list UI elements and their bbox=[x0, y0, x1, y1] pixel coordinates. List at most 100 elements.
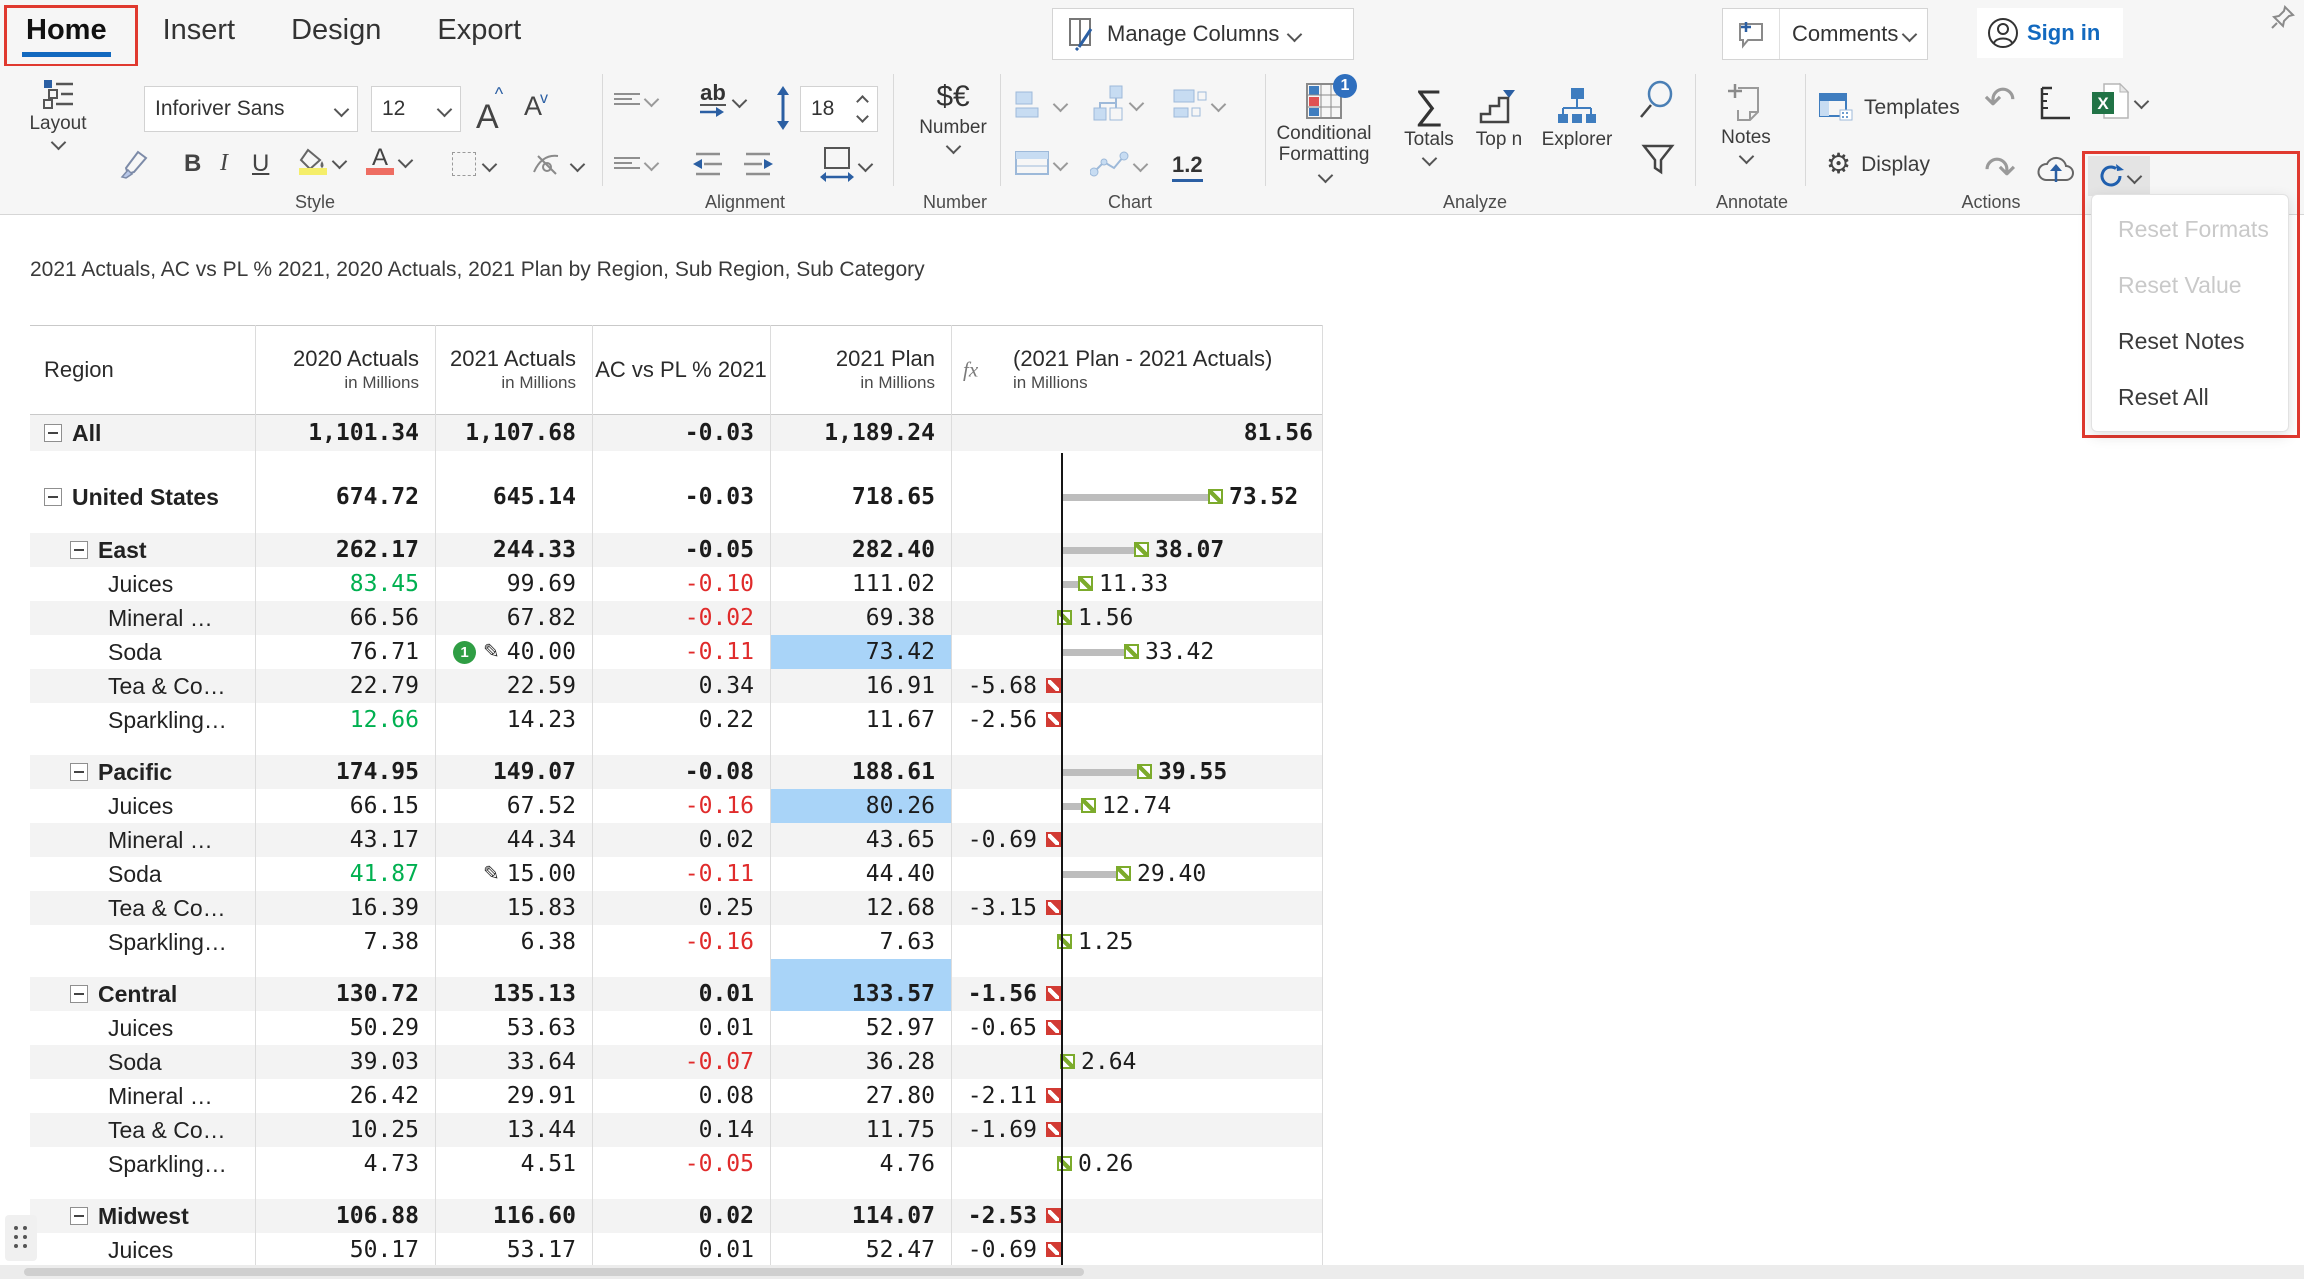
cell-ac-vs-pl[interactable]: 0.02 bbox=[592, 823, 770, 857]
cell-region[interactable]: Juices bbox=[30, 1233, 255, 1267]
cell-region[interactable]: Mineral … bbox=[30, 823, 255, 857]
cell-variance-bar[interactable]: 12.74 bbox=[951, 789, 1323, 823]
cell-ac-vs-pl[interactable]: -0.03 bbox=[592, 415, 770, 451]
cell-2021-actuals[interactable]: 33.64 bbox=[435, 1045, 592, 1079]
add-comment-icon[interactable] bbox=[1723, 9, 1780, 59]
export-excel-button[interactable]: X bbox=[2090, 82, 2147, 120]
notes-button[interactable]: Notes bbox=[1706, 82, 1786, 162]
cell-2021-plan[interactable]: 4.76 bbox=[770, 1147, 951, 1181]
cell-variance-bar[interactable]: -5.68 bbox=[951, 669, 1323, 703]
collapse-icon[interactable] bbox=[70, 541, 88, 559]
cell-region[interactable]: Tea & Co… bbox=[30, 1113, 255, 1147]
font-color-button[interactable]: A bbox=[366, 146, 411, 175]
underline-button[interactable]: U bbox=[252, 150, 269, 178]
cell-2021-actuals[interactable]: 244.33 bbox=[435, 533, 592, 567]
cell-ac-vs-pl[interactable]: 0.01 bbox=[592, 1011, 770, 1045]
edited-cell-pencil-icon[interactable]: ✎ bbox=[483, 642, 500, 662]
cell-2020-actuals[interactable]: 39.03 bbox=[255, 1045, 435, 1079]
cell-variance-bar[interactable]: 73.52 bbox=[951, 479, 1323, 515]
cell-variance-bar[interactable]: -1.69 bbox=[951, 1113, 1323, 1147]
cell-variance-bar[interactable]: -1.56 bbox=[951, 977, 1323, 1011]
cell-2020-actuals[interactable]: 7.38 bbox=[255, 925, 435, 959]
chart-type-1-button[interactable] bbox=[1014, 88, 1066, 120]
edited-cell-pencil-icon[interactable]: ✎ bbox=[483, 864, 500, 884]
templates-button[interactable]: Templates bbox=[1818, 92, 1960, 122]
cell-variance-bar[interactable]: 2.64 bbox=[951, 1045, 1323, 1079]
cell-ac-vs-pl[interactable]: -0.11 bbox=[592, 857, 770, 891]
cell-2020-actuals[interactable]: 1,101.34 bbox=[255, 415, 435, 451]
cell-2021-actuals[interactable]: 4.51 bbox=[435, 1147, 592, 1181]
cell-2020-actuals[interactable]: 16.39 bbox=[255, 891, 435, 925]
cell-2021-actuals[interactable]: 645.14 bbox=[435, 479, 592, 515]
cell-2021-plan[interactable]: 12.68 bbox=[770, 891, 951, 925]
cell-variance-bar[interactable]: 1.25 bbox=[951, 925, 1323, 959]
menu-item-reset-all[interactable]: Reset All bbox=[2092, 369, 2288, 425]
column-header-ac-vs-pl[interactable]: AC vs PL % 2021 bbox=[595, 357, 767, 383]
cell-2021-actuals[interactable]: 29.91 bbox=[435, 1079, 592, 1113]
cell-2021-actuals[interactable]: 1,107.68 bbox=[435, 415, 592, 451]
column-header-formula[interactable]: (2021 Plan - 2021 Actuals) bbox=[1013, 346, 1323, 372]
cell-2021-plan[interactable]: 7.63 bbox=[770, 925, 951, 959]
cell-2020-actuals[interactable]: 10.25 bbox=[255, 1113, 435, 1147]
cell-region[interactable]: All bbox=[30, 415, 255, 451]
table-view-button[interactable] bbox=[1014, 150, 1066, 176]
cell-variance-bar[interactable]: 33.42 bbox=[951, 635, 1323, 669]
cell-variance-bar[interactable]: 81.56 bbox=[951, 415, 1323, 451]
column-width-button[interactable] bbox=[820, 146, 871, 182]
cell-region[interactable]: Soda bbox=[30, 1045, 255, 1079]
grow-font-button[interactable]: A^ bbox=[476, 84, 503, 137]
cell-2021-plan[interactable]: 114.07 bbox=[770, 1199, 951, 1233]
tab-design[interactable]: Design bbox=[285, 10, 387, 57]
cell-region[interactable]: Sparkling… bbox=[30, 703, 255, 737]
cell-variance-bar[interactable]: -2.53 bbox=[951, 1199, 1323, 1233]
cell-2020-actuals[interactable]: 66.15 bbox=[255, 789, 435, 823]
cell-2021-actuals[interactable]: 149.07 bbox=[435, 755, 592, 789]
cell-variance-bar[interactable]: -2.11 bbox=[951, 1079, 1323, 1113]
sparkline-button[interactable] bbox=[1090, 150, 1146, 178]
stepper-up-icon[interactable] bbox=[856, 95, 869, 108]
cell-2021-actuals[interactable]: 99.69 bbox=[435, 567, 592, 601]
decimal-places-button[interactable]: 1.2 bbox=[1172, 152, 1203, 182]
ruler-button[interactable] bbox=[2038, 86, 2072, 120]
cell-ac-vs-pl[interactable]: -0.03 bbox=[592, 479, 770, 515]
cell-region[interactable]: Soda bbox=[30, 857, 255, 891]
cell-variance-bar[interactable]: -3.15 bbox=[951, 891, 1323, 925]
note-badge[interactable]: 1 bbox=[453, 641, 476, 664]
cell-2020-actuals[interactable]: 50.29 bbox=[255, 1011, 435, 1045]
tab-home[interactable]: Home bbox=[20, 10, 113, 57]
cell-ac-vs-pl[interactable]: 0.02 bbox=[592, 1199, 770, 1233]
font-size-select[interactable]: 12 bbox=[371, 86, 461, 132]
shrink-font-button[interactable]: Av bbox=[524, 90, 548, 122]
publish-button[interactable] bbox=[2036, 154, 2076, 186]
cell-2021-plan[interactable]: 11.67 bbox=[770, 703, 951, 737]
cell-variance-bar[interactable]: 39.55 bbox=[951, 755, 1323, 789]
cell-region[interactable]: Juices bbox=[30, 789, 255, 823]
cell-2020-actuals[interactable]: 41.87 bbox=[255, 857, 435, 891]
cell-region[interactable]: Soda bbox=[30, 635, 255, 669]
cell-region[interactable]: United States bbox=[30, 479, 255, 515]
cell-2021-actuals[interactable]: 15.83 bbox=[435, 891, 592, 925]
visual-drag-handle[interactable] bbox=[5, 1215, 37, 1261]
cell-region[interactable]: Mineral … bbox=[30, 601, 255, 635]
column-header-region[interactable]: Region bbox=[44, 357, 255, 383]
column-header-2021-plan[interactable]: 2021 Plan bbox=[836, 346, 935, 372]
cell-2021-plan[interactable]: 718.65 bbox=[770, 479, 951, 515]
vertical-align-button[interactable] bbox=[614, 90, 657, 108]
search-button[interactable] bbox=[1638, 80, 1676, 120]
cell-2021-actuals[interactable]: 22.59 bbox=[435, 669, 592, 703]
cell-2020-actuals[interactable]: 66.56 bbox=[255, 601, 435, 635]
cell-2020-actuals[interactable]: 43.17 bbox=[255, 823, 435, 857]
cell-ac-vs-pl[interactable]: 0.01 bbox=[592, 1233, 770, 1267]
cell-region[interactable]: Tea & Co… bbox=[30, 891, 255, 925]
undo-button[interactable]: ↶ bbox=[1984, 84, 2016, 118]
pin-icon[interactable] bbox=[2270, 4, 2296, 30]
collapse-icon[interactable] bbox=[44, 488, 62, 506]
cell-2021-plan[interactable]: 111.02 bbox=[770, 567, 951, 601]
cell-2021-actuals[interactable]: 44.34 bbox=[435, 823, 592, 857]
menu-item-reset-notes[interactable]: Reset Notes bbox=[2092, 313, 2288, 369]
row-height-stepper[interactable]: 18 bbox=[800, 86, 878, 132]
cell-variance-bar[interactable]: 38.07 bbox=[951, 533, 1323, 567]
menu-item-reset-value[interactable]: Reset Value bbox=[2092, 257, 2288, 313]
cell-ac-vs-pl[interactable]: 0.08 bbox=[592, 1079, 770, 1113]
tab-export[interactable]: Export bbox=[431, 10, 527, 57]
